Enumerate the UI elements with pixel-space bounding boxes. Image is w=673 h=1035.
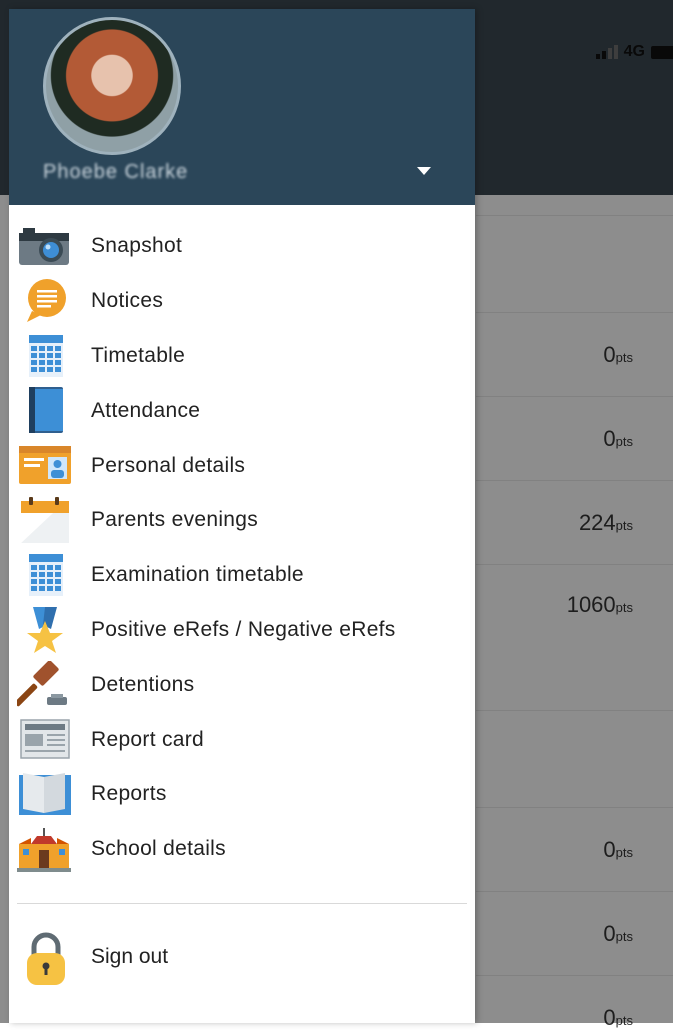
menu-item-label: Attendance	[91, 398, 201, 422]
menu-item-label: Report card	[91, 727, 205, 751]
menu-item-label: Notices	[91, 289, 164, 313]
register-book-icon	[17, 387, 71, 434]
menu-item-label: Examination timetable	[91, 563, 304, 587]
menu-divider	[17, 903, 467, 904]
padlock-icon	[24, 931, 68, 987]
open-book-icon	[17, 771, 71, 817]
menu-item-snapshot[interactable]: Snapshot	[9, 219, 475, 274]
sign-out-label: Sign out	[91, 945, 169, 968]
menu-item-label: Detentions	[91, 672, 195, 696]
menu-item-label: Personal details	[91, 453, 246, 477]
drawer-header: Phoebe Clarke	[9, 9, 475, 205]
menu-item-school-details[interactable]: School details	[9, 822, 475, 877]
menu-item-attendance[interactable]: Attendance	[9, 383, 475, 438]
menu-item-label: Parents evenings	[91, 508, 259, 532]
menu-item-label: Reports	[91, 782, 167, 806]
notice-bubble-icon	[17, 278, 71, 324]
calendar-icon	[17, 333, 71, 379]
menu-item-notices[interactable]: Notices	[9, 274, 475, 329]
user-name: Phoebe Clarke	[43, 161, 189, 183]
medal-star-icon	[17, 606, 71, 653]
menu-item-label: School details	[91, 837, 226, 861]
menu-item-timetable[interactable]: Timetable	[9, 329, 475, 384]
exam-calendar-icon	[17, 552, 71, 598]
menu-item-detentions[interactable]: Detentions	[9, 657, 475, 712]
account-dropdown-icon[interactable]	[414, 163, 434, 179]
camera-icon	[17, 223, 71, 269]
drawer-menu: Snapshot Notices Timetable Attendance Pe…	[9, 219, 475, 877]
menu-item-label: Positive eRefs / Negative eRefs	[91, 617, 396, 641]
menu-item-personal-details[interactable]: Personal details	[9, 438, 475, 493]
menu-item-label: Snapshot	[91, 234, 183, 258]
menu-item-examination-timetable[interactable]: Examination timetable	[9, 548, 475, 603]
navigation-drawer: Phoebe Clarke Snapshot Notices Timetable…	[9, 9, 475, 1023]
menu-item-reports[interactable]: Reports	[9, 767, 475, 822]
avatar[interactable]	[43, 17, 181, 155]
school-building-icon	[17, 826, 71, 872]
menu-item-erefs[interactable]: Positive eRefs / Negative eRefs	[9, 603, 475, 658]
menu-item-parents-evenings[interactable]: Parents evenings	[9, 493, 475, 548]
sign-out-button[interactable]: Sign out	[9, 929, 475, 989]
newspaper-icon	[17, 716, 71, 762]
menu-item-report-card[interactable]: Report card	[9, 712, 475, 767]
planner-icon	[17, 496, 71, 543]
gavel-icon	[17, 661, 71, 707]
id-card-icon	[17, 442, 71, 488]
menu-item-label: Timetable	[91, 343, 186, 367]
